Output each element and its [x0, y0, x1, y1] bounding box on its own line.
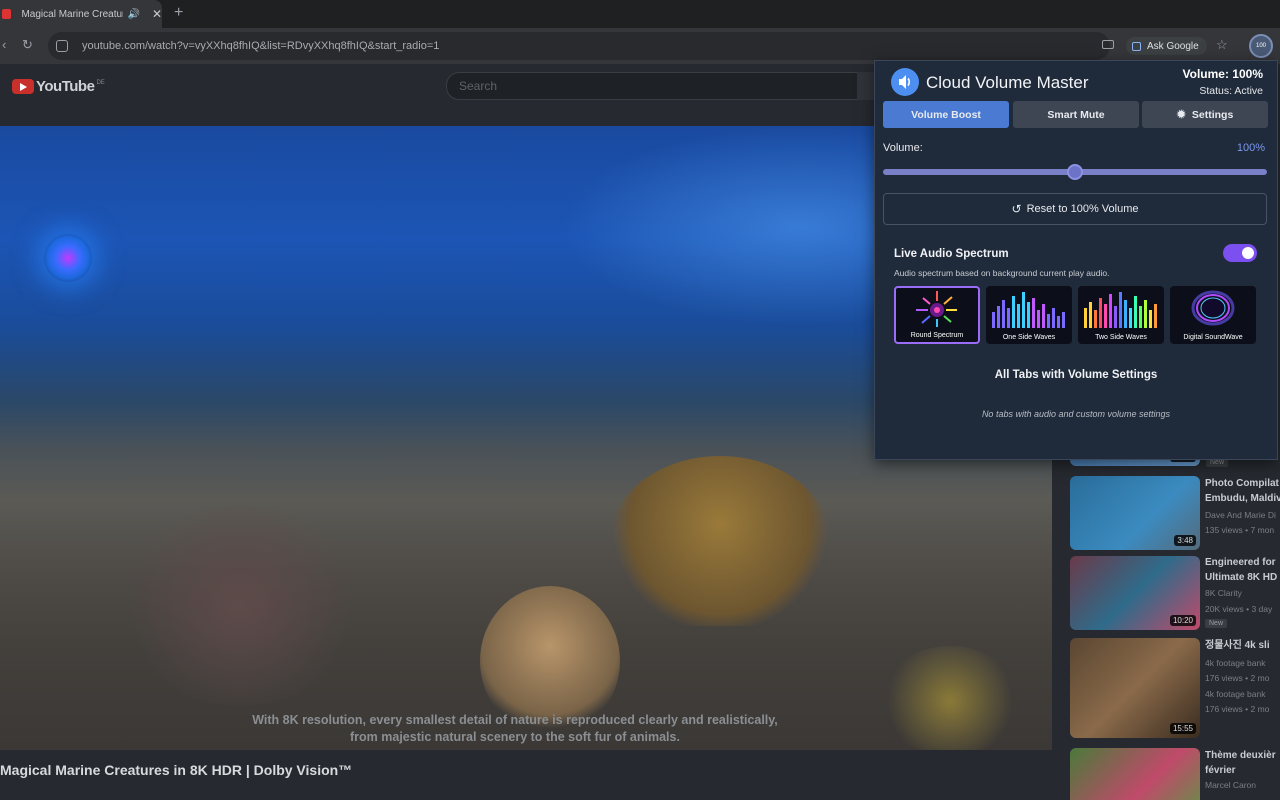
tab-label: Smart Mute: [1047, 108, 1105, 121]
spectrum-style-two-side[interactable]: Two Side Waves: [1078, 286, 1164, 344]
video-thumbnail[interactable]: 10:20: [1070, 556, 1200, 630]
browser-tab[interactable]: Magical Marine Creatures - 🔊 ✕: [0, 0, 162, 28]
video-title-link[interactable]: Embudu, Maldiv: [1205, 491, 1280, 506]
search-input[interactable]: Search: [446, 72, 858, 100]
coral-reef: [120, 506, 360, 706]
youtube-region-code: DE: [96, 79, 105, 86]
digital-soundwave-preview-icon: [1191, 290, 1235, 326]
video-title-link[interactable]: Engineered for: [1205, 555, 1276, 570]
spectrum-style-label: One Side Waves: [1002, 334, 1056, 341]
toggle-knob: [1242, 247, 1254, 259]
round-spectrum-preview-icon: [916, 291, 957, 327]
channel-name[interactable]: Marcel Caron: [1205, 780, 1256, 790]
empty-tabs-message: No tabs with audio and custom volume set…: [981, 409, 1171, 419]
cloud-volume-extension-icon[interactable]: 100: [1249, 34, 1273, 58]
coral-reef: [610, 456, 830, 626]
video-stats: 135 views • 7 mon: [1205, 525, 1275, 535]
spectrum-style-label: Two Side Waves: [1095, 334, 1147, 341]
browser-toolbar: ‹ ↻ youtube.com/watch?v=vyXXhq8fhIQ&list…: [0, 28, 1280, 64]
channel-name[interactable]: Dave And Marie Di: [1205, 510, 1276, 520]
tab-label: Settings: [1191, 108, 1234, 121]
volume-status: Volume: 100%: [1182, 67, 1263, 81]
channel-name[interactable]: 8K Clarity: [1205, 588, 1242, 598]
video-title-link[interactable]: Ultimate 8K HD: [1205, 570, 1277, 585]
youtube-logo[interactable]: YouTube DE: [12, 78, 105, 95]
video-duration: 3:48: [1174, 535, 1196, 546]
video-duration: 15:55: [1169, 723, 1196, 734]
all-tabs-heading: All Tabs with Volume Settings: [994, 369, 1158, 381]
spectrum-toggle[interactable]: [1223, 244, 1257, 262]
video-thumbnail[interactable]: 3:48: [1070, 476, 1200, 550]
youtube-favicon-icon: [2, 9, 12, 19]
tab-strip: Magical Marine Creatures - 🔊 ✕ +: [0, 0, 1280, 28]
spectrum-heading: Live Audio Spectrum: [894, 248, 1009, 260]
video-title-link[interactable]: Photo Compilat: [1205, 476, 1279, 491]
volume-label: Volume:: [883, 142, 923, 154]
cast-icon[interactable]: [1102, 40, 1114, 49]
popup-title: Cloud Volume Master: [926, 73, 1089, 92]
spectrum-style-label: Round Spectrum: [910, 332, 964, 339]
reset-icon: ↺: [1011, 202, 1022, 216]
round-spectrum-visualizer: [44, 234, 92, 282]
youtube-play-icon: [12, 79, 34, 94]
video-stats: 20K views • 3 day: [1205, 604, 1273, 614]
volume-slider-thumb[interactable]: [1067, 164, 1083, 180]
tab-settings[interactable]: ✹ Settings: [1142, 101, 1268, 128]
video-thumbnail[interactable]: 15:55: [1070, 638, 1200, 738]
lens-icon: [1132, 41, 1141, 51]
video-title-link[interactable]: Thème deuxièr: [1205, 748, 1276, 763]
back-icon[interactable]: ‹: [2, 37, 6, 52]
caption-line: from majestic natural scenery to the sof…: [350, 730, 680, 744]
active-status: Status: Active: [1199, 85, 1263, 97]
new-tab-button[interactable]: +: [174, 4, 183, 22]
spectrum-description: Audio spectrum based on background curre…: [894, 268, 1110, 278]
gear-icon: ✹: [1176, 109, 1186, 121]
video-thumbnail[interactable]: [1070, 748, 1200, 800]
reset-volume-button[interactable]: ↺ Reset to 100% Volume: [883, 193, 1267, 225]
tab-title: Magical Marine Creatures -: [21, 8, 123, 20]
video-title-link[interactable]: 정물사진 4k sli: [1205, 638, 1270, 653]
spectrum-style-one-side[interactable]: One Side Waves: [986, 286, 1072, 344]
video-title-link[interactable]: février: [1205, 763, 1236, 778]
reset-label: Reset to 100% Volume: [1026, 203, 1139, 215]
video-caption: With 8K resolution, every smallest detai…: [190, 712, 840, 746]
video-stats: 176 views • 2 mo: [1205, 704, 1270, 714]
coral-reef: [880, 646, 1020, 750]
two-side-waves-preview-icon: [1084, 292, 1157, 328]
search-placeholder: Search: [459, 79, 498, 93]
ask-google-button[interactable]: Ask Google: [1126, 37, 1207, 55]
tab-label: Volume Boost: [911, 108, 981, 121]
address-bar[interactable]: youtube.com/watch?v=vyXXhq8fhIQ&list=RDv…: [48, 32, 1110, 60]
site-info-icon[interactable]: [56, 40, 68, 52]
caption-line: With 8K resolution, every smallest detai…: [252, 713, 778, 727]
video-duration: 10:20: [1169, 615, 1196, 626]
new-badge: New: [1205, 619, 1228, 628]
one-side-waves-preview-icon: [992, 292, 1065, 328]
video-stats: 176 views • 2 mo: [1205, 673, 1270, 683]
speaker-logo-icon: [891, 68, 919, 96]
cloud-volume-master-popup: Cloud Volume Master Volume: 100% Status:…: [874, 60, 1278, 460]
channel-name[interactable]: 4k footage bank: [1205, 689, 1266, 699]
reload-icon[interactable]: ↻: [22, 37, 33, 53]
ask-google-label: Ask Google: [1147, 40, 1199, 52]
spectrum-style-label: Digital SoundWave: [1183, 334, 1243, 341]
speaker-icon[interactable]: 🔊: [127, 9, 139, 20]
tab-smart-mute[interactable]: Smart Mute: [1013, 101, 1139, 128]
spectrum-style-round[interactable]: Round Spectrum: [894, 286, 980, 344]
bookmark-star-icon[interactable]: ☆: [1216, 37, 1228, 53]
spectrum-style-digital[interactable]: Digital SoundWave: [1170, 286, 1256, 344]
volume-slider[interactable]: [883, 164, 1267, 180]
youtube-logo-text: YouTube: [36, 78, 95, 95]
channel-name[interactable]: 4k footage bank: [1205, 658, 1266, 668]
extension-badge: 100: [1255, 43, 1266, 49]
volume-value: 100%: [1236, 142, 1265, 154]
close-tab-icon[interactable]: ✕: [152, 7, 162, 21]
tab-volume-boost[interactable]: Volume Boost: [883, 101, 1009, 128]
video-title: Magical Marine Creatures in 8K HDR | Dol…: [0, 762, 353, 778]
url-text[interactable]: youtube.com/watch?v=vyXXhq8fhIQ&list=RDv…: [82, 40, 439, 52]
